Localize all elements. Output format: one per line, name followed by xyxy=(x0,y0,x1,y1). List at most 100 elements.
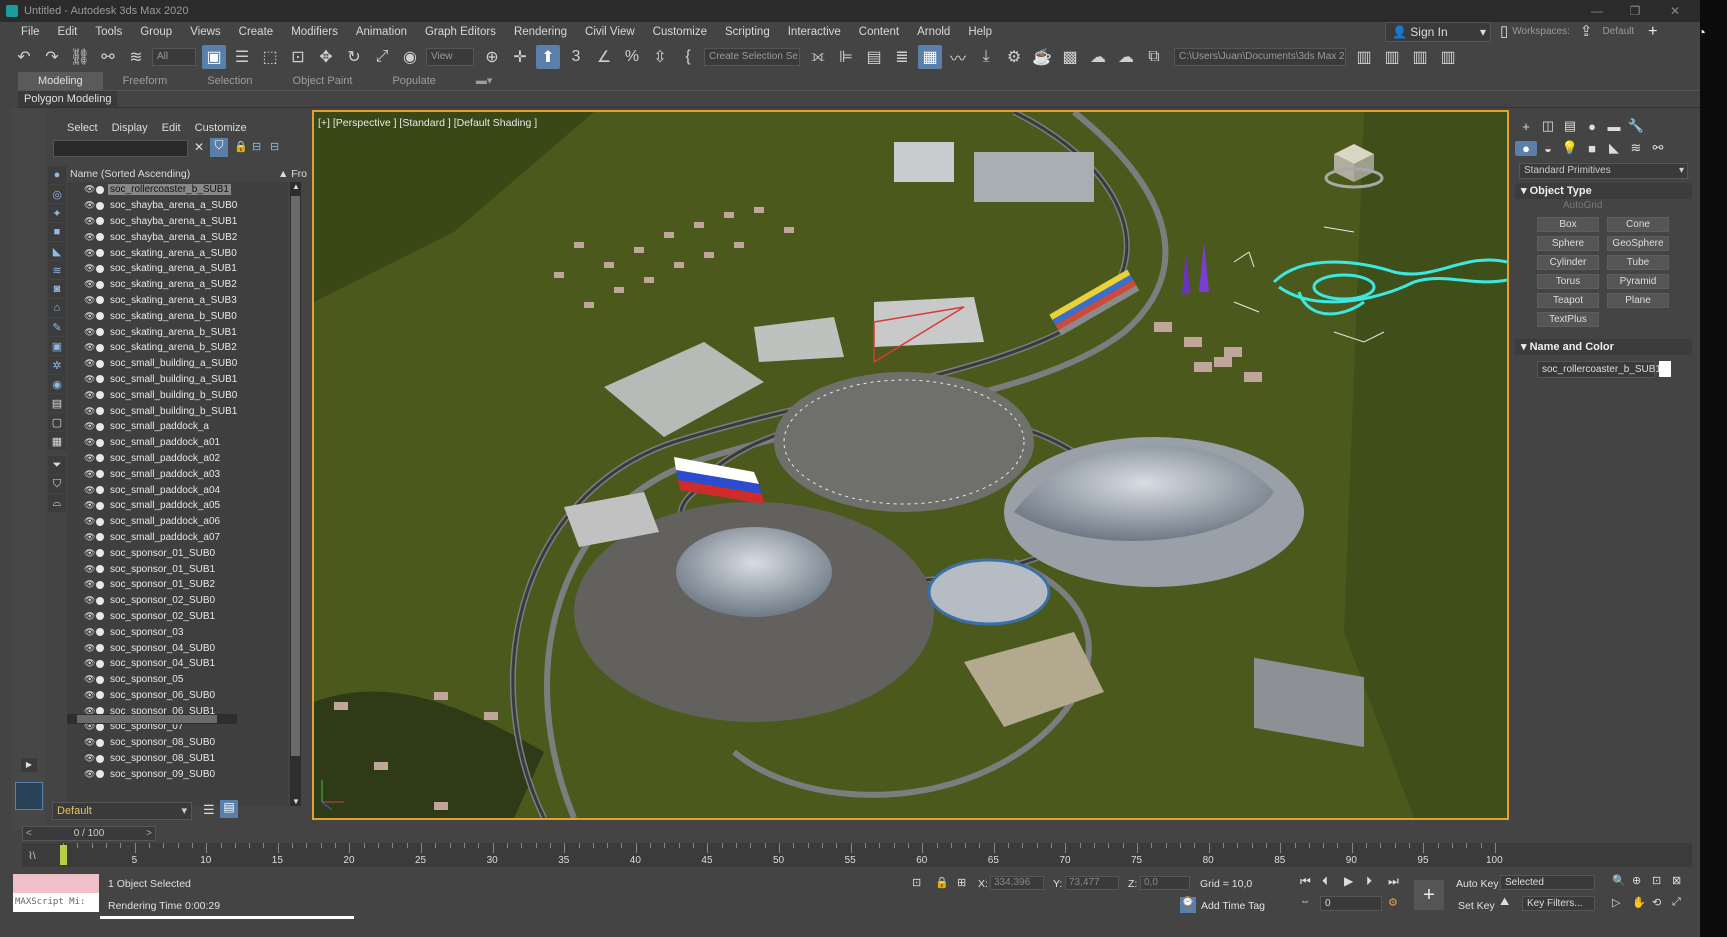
rotate-icon[interactable]: ↻ xyxy=(342,45,366,69)
scroll-thumb[interactable] xyxy=(291,196,300,756)
scene-list-item[interactable]: 👁 soc_skating_arena_b_SUB0 xyxy=(67,308,288,324)
freeze-dot-icon[interactable] xyxy=(96,612,104,621)
render-iterative-icon[interactable]: ☁ xyxy=(1114,45,1138,69)
redo-icon[interactable]: ↷ xyxy=(40,45,64,69)
motion-tab-icon[interactable]: ● xyxy=(1581,119,1603,134)
visibility-eye-icon[interactable]: 👁 xyxy=(84,548,95,559)
scene-list-item[interactable]: 👁 soc_sponsor_06_SUB0 xyxy=(67,688,288,704)
display-geometry-icon[interactable]: ● xyxy=(48,166,66,184)
visibility-eye-icon[interactable]: 👁 xyxy=(84,643,95,654)
list-horizontal-scrollbar[interactable] xyxy=(67,714,237,724)
menu-file[interactable]: File xyxy=(12,22,49,42)
freeze-dot-icon[interactable] xyxy=(96,722,104,731)
feedback-icon[interactable]: ◔ xyxy=(1698,22,1706,42)
scene-list-item[interactable]: 👁 soc_skating_arena_a_SUB2 xyxy=(67,277,288,293)
visibility-eye-icon[interactable]: 👁 xyxy=(84,295,95,306)
scene-list-item[interactable]: 👁 soc_sponsor_01_SUB2 xyxy=(67,577,288,593)
ref-coord-dropdown[interactable]: View xyxy=(426,48,474,66)
time-slider-thumb[interactable] xyxy=(60,845,67,865)
teapot-button[interactable]: Teapot xyxy=(1537,293,1599,308)
sign-in-dropdown[interactable]: 👤 Sign In ▾ xyxy=(1385,22,1491,42)
scene-list-item[interactable]: 👁 soc_small_building_b_SUB1 xyxy=(67,403,288,419)
menu-interactive[interactable]: Interactive xyxy=(779,22,850,42)
render-cloud-icon[interactable]: ⧉ xyxy=(1142,45,1166,69)
display-xrefs-icon[interactable]: ⌂ xyxy=(48,299,66,317)
object-color-swatch[interactable] xyxy=(1659,361,1671,377)
name-and-color-rollout[interactable]: ▾ Name and Color xyxy=(1515,339,1692,355)
menu-rendering[interactable]: Rendering xyxy=(505,22,576,42)
minimize-button[interactable]: — xyxy=(1580,0,1614,22)
set-keys-icon[interactable]: + xyxy=(1414,880,1444,910)
textplus-button[interactable]: TextPlus xyxy=(1537,312,1599,327)
systems-icon[interactable]: ⚯ xyxy=(1647,140,1669,156)
scene-list-item[interactable]: 👁 soc_sponsor_03 xyxy=(67,624,288,640)
expand-icon[interactable]: ▶ xyxy=(21,758,37,772)
scene-list-item[interactable]: 👁 soc_small_paddock_a02 xyxy=(67,451,288,467)
go-to-end-icon[interactable]: ⏭ xyxy=(1388,874,1399,889)
freeze-dot-icon[interactable] xyxy=(96,580,104,589)
freeze-dot-icon[interactable] xyxy=(96,201,104,210)
helpers-icon[interactable]: ◣ xyxy=(1603,140,1625,156)
visibility-eye-icon[interactable]: 👁 xyxy=(84,690,95,701)
project-path-dropdown[interactable]: C:\Users\Juan\Documents\3ds Max 2020 xyxy=(1174,48,1346,66)
visibility-eye-icon[interactable]: 👁 xyxy=(84,453,95,464)
scene-list-item[interactable]: 👁 soc_skating_arena_a_SUB3 xyxy=(67,293,288,309)
orbit-icon[interactable]: ⟲ xyxy=(1652,896,1661,909)
visibility-eye-icon[interactable]: 👁 xyxy=(84,184,95,195)
freeze-dot-icon[interactable] xyxy=(96,691,104,700)
freeze-dot-icon[interactable] xyxy=(96,454,104,463)
key-filters-button[interactable]: Key Filters... xyxy=(1522,896,1595,911)
visibility-eye-icon[interactable]: 👁 xyxy=(84,564,95,575)
toggle-scene-explorer-icon[interactable]: ▤ xyxy=(862,45,886,69)
freeze-dot-icon[interactable] xyxy=(96,359,104,368)
menu-tools[interactable]: Tools xyxy=(86,22,131,42)
snaps-toggle-icon[interactable]: 3 xyxy=(564,45,588,69)
display-tab-icon[interactable]: ▬ xyxy=(1603,119,1625,134)
visibility-eye-icon[interactable]: 👁 xyxy=(84,200,95,211)
freeze-dot-icon[interactable] xyxy=(96,533,104,542)
display-cameras-icon[interactable]: ■ xyxy=(48,223,66,241)
visibility-eye-icon[interactable]: 👁 xyxy=(84,232,95,243)
container-icon[interactable]: ⌓ xyxy=(48,494,66,512)
freeze-dot-icon[interactable] xyxy=(96,280,104,289)
visibility-eye-icon[interactable]: 👁 xyxy=(84,579,95,590)
lights-icon[interactable]: 💡 xyxy=(1559,140,1581,156)
material-editor-icon[interactable]: ⚙ xyxy=(1002,45,1026,69)
freeze-dot-icon[interactable] xyxy=(96,375,104,384)
explorer-search-input[interactable] xyxy=(53,140,188,157)
close-button[interactable]: ✕ xyxy=(1658,0,1692,22)
scene-list-item[interactable]: 👁 soc_small_building_a_SUB0 xyxy=(67,356,288,372)
explorer-menu-display[interactable]: Display xyxy=(105,118,155,138)
time-tag-icon[interactable]: ⌚ xyxy=(1180,897,1196,913)
maxscript-output[interactable] xyxy=(13,874,99,893)
visibility-eye-icon[interactable]: 👁 xyxy=(84,374,95,385)
hierarchy-tab-icon[interactable]: ▤ xyxy=(1559,118,1581,134)
cameras-icon[interactable]: ■ xyxy=(1581,141,1603,156)
mini-curve-editor-icon[interactable]: ⌇\ xyxy=(28,851,36,862)
scroll-down-icon[interactable]: ▼ xyxy=(292,797,300,806)
freeze-dot-icon[interactable] xyxy=(96,438,104,447)
scene-list-item[interactable]: 👁 soc_sponsor_08_SUB0 xyxy=(67,735,288,751)
pyramid-button[interactable]: Pyramid xyxy=(1607,274,1669,289)
scene-list-item[interactable]: 👁 soc_shayba_arena_a_SUB2 xyxy=(67,229,288,245)
scene-list-item[interactable]: 👁 soc_small_paddock_a xyxy=(67,419,288,435)
set-project-icon[interactable]: ▥ xyxy=(1380,45,1404,69)
visibility-eye-icon[interactable]: 👁 xyxy=(84,437,95,448)
visibility-eye-icon[interactable]: 👁 xyxy=(84,485,95,496)
scene-list-item[interactable]: 👁 soc_sponsor_01_SUB1 xyxy=(67,561,288,577)
visibility-eye-icon[interactable]: 👁 xyxy=(84,753,95,764)
freeze-dot-icon[interactable] xyxy=(96,549,104,558)
scene-explorer-toggle-icon[interactable]: ▤ xyxy=(220,800,238,818)
perspective-viewport[interactable]: [+] [Perspective ] [Standard ] [Default … xyxy=(312,110,1509,820)
explorer-menu-edit[interactable]: Edit xyxy=(155,118,188,138)
visibility-eye-icon[interactable]: 👁 xyxy=(84,248,95,259)
zoom-all-icon[interactable]: ⊕ xyxy=(1632,874,1641,887)
list-vertical-scrollbar[interactable]: ▲ ▼ xyxy=(290,182,301,806)
visibility-eye-icon[interactable]: 👁 xyxy=(84,216,95,227)
freeze-dot-icon[interactable] xyxy=(96,675,104,684)
zoom-extents-icon[interactable]: ⊡ xyxy=(1652,874,1661,887)
scene-list-item[interactable]: 👁 soc_skating_arena_b_SUB1 xyxy=(67,324,288,340)
visibility-eye-icon[interactable]: 👁 xyxy=(84,263,95,274)
spinner-snap-icon[interactable]: ⇳ xyxy=(648,45,672,69)
scene-list-item[interactable]: 👁 soc_small_paddock_a06 xyxy=(67,514,288,530)
